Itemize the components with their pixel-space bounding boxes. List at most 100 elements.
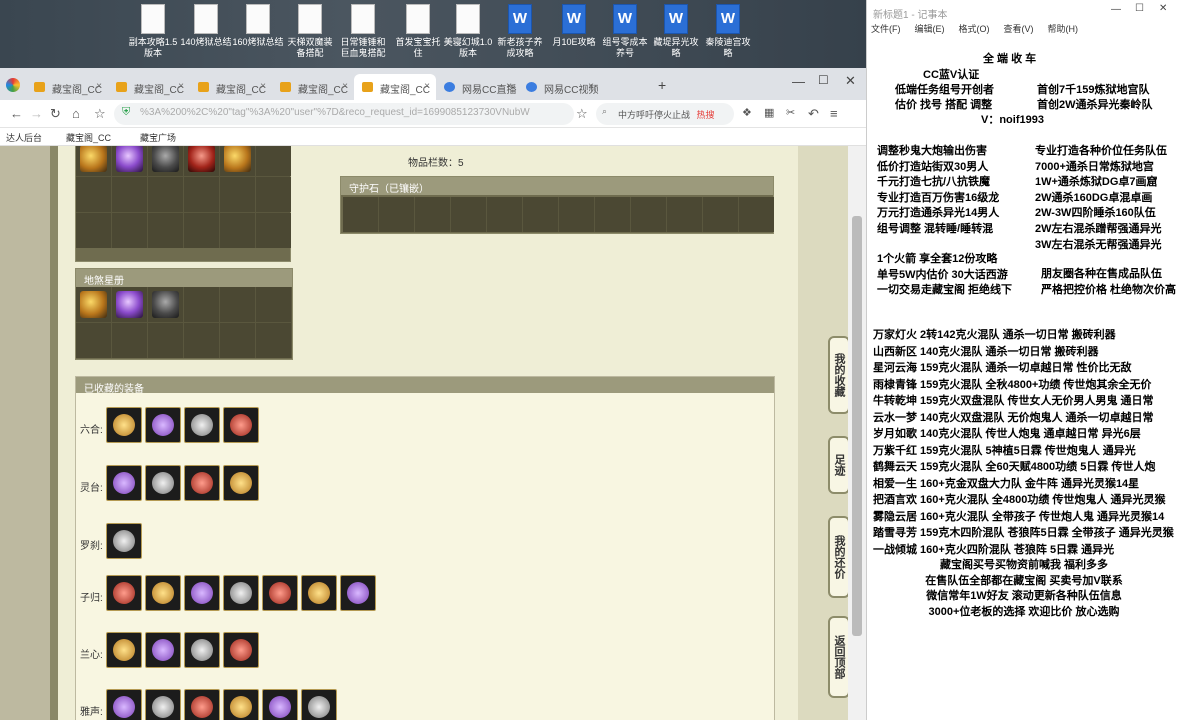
browser-tab[interactable]: 藏宝阁_CC ×: [190, 74, 272, 100]
item-slot[interactable]: [256, 323, 291, 358]
my-favorites-button[interactable]: 我的收藏: [828, 336, 850, 414]
browser-tab[interactable]: 藏宝阁_CC ×: [26, 74, 108, 100]
item-slot[interactable]: [220, 177, 255, 212]
browser-tab[interactable]: 网易CC直播 ×: [436, 74, 518, 100]
collected-item[interactable]: [223, 689, 259, 720]
np-minimize-button[interactable]: —: [1111, 4, 1121, 15]
item-slot[interactable]: [256, 146, 291, 176]
item-slot[interactable]: [112, 213, 147, 248]
apps-icon[interactable]: ▦: [764, 106, 774, 119]
item-slot[interactable]: [667, 197, 702, 232]
item-slot[interactable]: [220, 146, 255, 176]
desktop-icon[interactable]: 副本攻略1.5 版本: [125, 4, 181, 59]
footprint-button[interactable]: 足迹: [828, 436, 850, 494]
bookmark-item[interactable]: 藏宝广场: [140, 131, 176, 144]
scroll-thumb[interactable]: [852, 216, 862, 636]
collected-item[interactable]: [184, 632, 220, 668]
scissors-icon[interactable]: ✂: [786, 106, 795, 119]
collected-item[interactable]: [106, 575, 142, 611]
item-slot[interactable]: [559, 197, 594, 232]
collected-item[interactable]: [223, 465, 259, 501]
reload-icon[interactable]: ↻: [50, 106, 61, 122]
desktop-icon[interactable]: 日常锤锤和 巨血鬼搭配: [335, 4, 391, 59]
item-slot[interactable]: [184, 177, 219, 212]
collected-item[interactable]: [106, 523, 142, 559]
item-slot[interactable]: [148, 287, 183, 322]
address-bar[interactable]: ⛨ %3A%200%2C%20"tag"%3A%20"user"%7D&reco…: [114, 103, 574, 125]
new-tab-button[interactable]: +: [658, 77, 666, 93]
item-slot[interactable]: [184, 287, 219, 322]
collected-item[interactable]: [223, 575, 259, 611]
item-slot[interactable]: [256, 287, 291, 322]
home-icon[interactable]: ⌂: [72, 106, 80, 121]
minimize-button[interactable]: —: [792, 74, 805, 89]
my-counteroffer-button[interactable]: 我的还价: [828, 516, 850, 598]
back-to-top-button[interactable]: 返回顶部: [828, 616, 850, 698]
item-slot[interactable]: [379, 197, 414, 232]
item-slot[interactable]: [220, 213, 255, 248]
item-slot[interactable]: [220, 287, 255, 322]
search-box[interactable]: ⌕ 中方呼吁停火止战 热搜: [596, 103, 734, 125]
collected-item[interactable]: [184, 407, 220, 443]
desktop-icon[interactable]: 首发宝宝托 住: [390, 4, 446, 59]
menu-item[interactable]: 格式(O): [959, 24, 990, 34]
bookmark-item[interactable]: 达人后台: [6, 131, 42, 144]
desktop-icon[interactable]: W 新老孩子养 成攻略: [492, 4, 548, 59]
browser-tab[interactable]: 藏宝阁_CC ×: [354, 74, 436, 100]
collected-item[interactable]: [301, 575, 337, 611]
collected-item[interactable]: [106, 465, 142, 501]
menu-item[interactable]: 编辑(E): [915, 24, 945, 34]
desktop-icon[interactable]: W 组号零成本 养号: [597, 4, 653, 59]
item-slot[interactable]: [148, 177, 183, 212]
collected-item[interactable]: [301, 689, 337, 720]
collected-item[interactable]: [145, 465, 181, 501]
item-slot[interactable]: [76, 177, 111, 212]
item-slot[interactable]: [112, 323, 147, 358]
item-slot[interactable]: [451, 197, 486, 232]
item-slot[interactable]: [523, 197, 558, 232]
bookmark-star-icon[interactable]: ☆: [576, 106, 588, 122]
collected-item[interactable]: [340, 575, 376, 611]
desktop-icon[interactable]: 160烤狱总结: [230, 4, 286, 48]
tab-close-icon[interactable]: ×: [178, 81, 184, 92]
item-slot[interactable]: [112, 177, 147, 212]
desktop-icon[interactable]: 140烤狱总结: [178, 4, 234, 48]
extension-icon[interactable]: ❖: [742, 106, 752, 119]
scrollbar[interactable]: [848, 146, 866, 720]
collected-item[interactable]: [184, 575, 220, 611]
item-slot[interactable]: [415, 197, 450, 232]
item-slot[interactable]: [631, 197, 666, 232]
collected-item[interactable]: [106, 689, 142, 720]
item-slot[interactable]: [76, 146, 111, 176]
tab-close-icon[interactable]: ×: [342, 81, 348, 92]
bookmark-item[interactable]: 藏宝阁_CC: [66, 131, 111, 144]
collected-item[interactable]: [184, 465, 220, 501]
desktop-icon[interactable]: W 藏堤异光攻 略: [648, 4, 704, 59]
desktop-icon[interactable]: W 月10E攻略: [546, 4, 602, 48]
close-window-button[interactable]: ✕: [845, 73, 856, 89]
collected-item[interactable]: [145, 407, 181, 443]
tab-close-icon[interactable]: ×: [506, 81, 512, 92]
item-slot[interactable]: [256, 177, 291, 212]
menu-item[interactable]: 文件(F): [871, 24, 901, 34]
maximize-button[interactable]: ☐: [818, 73, 829, 87]
collected-item[interactable]: [262, 575, 298, 611]
item-slot[interactable]: [184, 146, 219, 176]
menu-icon[interactable]: ≡: [830, 106, 838, 121]
item-slot[interactable]: [703, 197, 738, 232]
item-slot[interactable]: [487, 197, 522, 232]
browser-tab[interactable]: 藏宝阁_CC ×: [272, 74, 354, 100]
collected-item[interactable]: [262, 689, 298, 720]
forward-icon[interactable]: →: [30, 106, 43, 121]
desktop-icon[interactable]: 美寝幻城1.0 版本: [440, 4, 496, 59]
tab-close-icon[interactable]: ×: [588, 81, 594, 92]
tab-close-icon[interactable]: ×: [96, 81, 102, 92]
item-slot[interactable]: [184, 213, 219, 248]
collected-item[interactable]: [223, 407, 259, 443]
desktop-icon[interactable]: 天梯双魔装 备搭配: [282, 4, 338, 59]
collected-item[interactable]: [106, 407, 142, 443]
item-slot[interactable]: [76, 213, 111, 248]
menu-item[interactable]: 帮助(H): [1048, 24, 1079, 34]
item-slot[interactable]: [595, 197, 630, 232]
menu-item[interactable]: 查看(V): [1004, 24, 1034, 34]
